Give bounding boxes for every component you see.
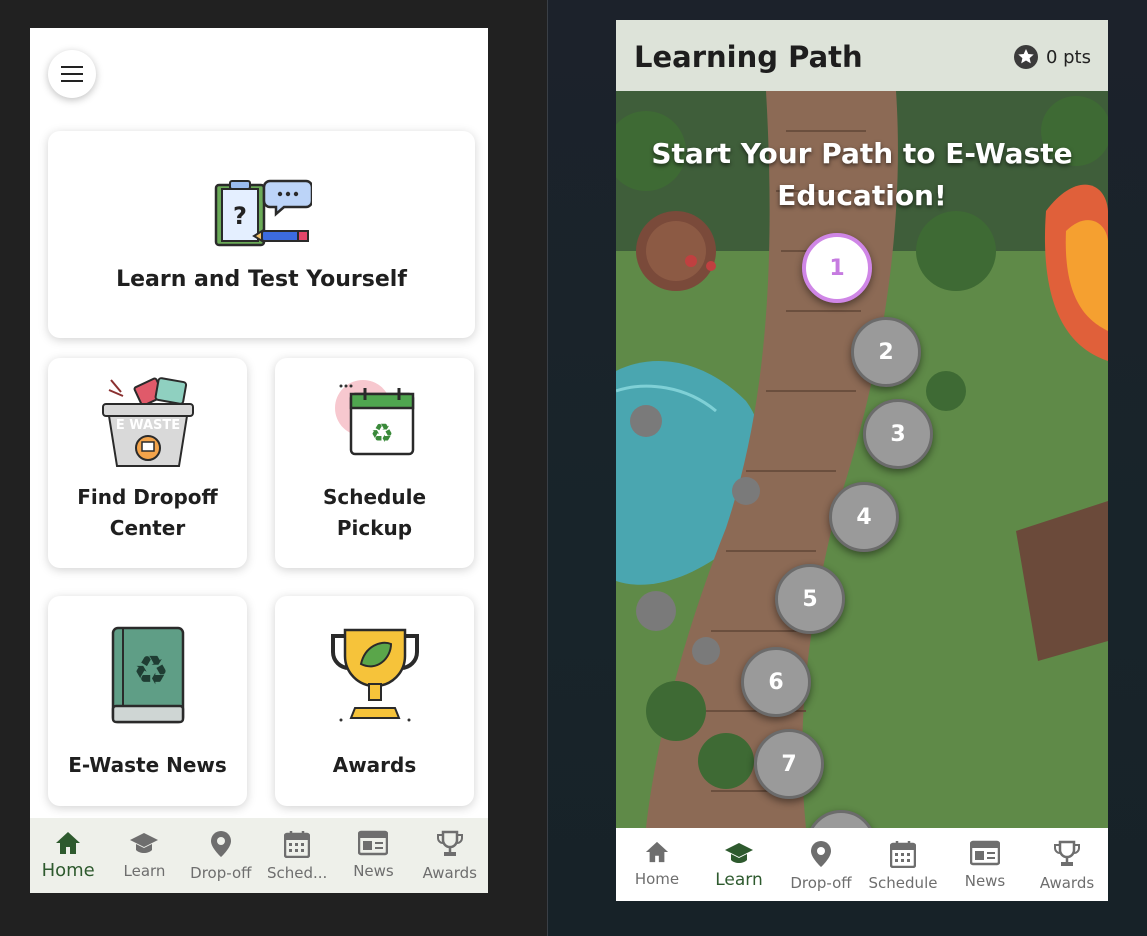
find-dropoff-line2: Center (109, 516, 186, 540)
trophy-leaf-icon (327, 626, 423, 728)
schedule-line1: Schedule (322, 485, 427, 509)
map-pin-icon (210, 831, 231, 857)
nav-awards-label: Awards (1039, 874, 1095, 892)
svg-text:♻: ♻ (133, 648, 169, 694)
home-screen: ? Learn and Test Yourself E WASTE Find D… (30, 28, 488, 893)
trophy-icon (1054, 840, 1080, 866)
nav-dropoff[interactable]: Drop-off (780, 828, 862, 901)
nav-news[interactable]: News (335, 818, 411, 893)
awards-title: Awards (332, 753, 417, 777)
nav-dropoff[interactable]: Drop-off (183, 818, 259, 893)
points-badge: 0 pts (1013, 44, 1091, 70)
home-icon (56, 832, 81, 854)
ewaste-news-card[interactable]: ♻ E-Waste News (48, 596, 247, 806)
page-title: Learning Path (634, 40, 863, 74)
nav-learn-label: Learn (715, 870, 763, 890)
level-node-5[interactable]: 5 (775, 564, 845, 634)
calendar-icon (890, 841, 916, 868)
nav-schedule-label: Sched... (266, 864, 328, 882)
recycle-book-icon: ♻ (111, 626, 185, 728)
points-value: 0 pts (1045, 46, 1091, 68)
nav-home-label: Home (634, 870, 680, 888)
nav-news-label: News (964, 872, 1006, 890)
home-icon (645, 841, 669, 863)
schedule-line2: Pickup (336, 516, 413, 540)
find-dropoff-line1: Find Dropoff (77, 485, 218, 509)
schedule-pickup-title: Schedule Pickup (323, 482, 426, 544)
bin-label: E WASTE (115, 418, 179, 433)
awards-card[interactable]: Awards (275, 596, 474, 806)
calendar-icon (284, 831, 311, 858)
nav-awards[interactable]: Awards (412, 818, 488, 893)
nav-awards-label: Awards (422, 864, 477, 882)
path-map: Start Your Path to E-Waste Education! 1 … (616, 91, 1108, 828)
nav-home[interactable]: Home (30, 818, 106, 893)
level-node-4[interactable]: 4 (829, 482, 899, 552)
nav-dropoff-label: Drop-off (190, 864, 252, 882)
map-pin-icon (811, 841, 831, 867)
svg-text:♻: ♻ (370, 419, 393, 449)
learn-card-title: Learn and Test Yourself (116, 267, 407, 292)
calendar-recycle-icon: ♻ (333, 376, 417, 472)
newspaper-icon (358, 830, 389, 856)
hamburger-icon (61, 66, 83, 82)
ewaste-bin-icon: E WASTE (101, 376, 195, 472)
nav-news[interactable]: News (944, 828, 1026, 901)
star-icon (1013, 45, 1038, 69)
newspaper-icon (970, 840, 1000, 866)
bottom-nav-learn: Home Learn Drop-off Schedule News Awards (616, 828, 1108, 901)
quiz-clipboard-icon: ? (212, 179, 313, 253)
nav-learn[interactable]: Learn (698, 828, 780, 901)
header: Learning Path 0 pts (616, 20, 1108, 91)
schedule-pickup-card[interactable]: ♻ Schedule Pickup (275, 358, 474, 568)
learning-path-screen: Learning Path 0 pts Start Your Path to E… (616, 20, 1108, 901)
level-node-7[interactable]: 7 (754, 729, 824, 799)
find-dropoff-title: Find Dropoff Center (77, 482, 218, 544)
ewaste-news-title: E-Waste News (68, 753, 227, 777)
level-node-2[interactable]: 2 (851, 317, 921, 387)
level-node-3[interactable]: 3 (863, 399, 933, 469)
find-dropoff-card[interactable]: E WASTE Find Dropoff Center (48, 358, 247, 568)
nav-news-label: News (353, 862, 394, 880)
nav-schedule[interactable]: Sched... (259, 818, 335, 893)
trophy-icon (436, 830, 463, 856)
graduation-cap-icon (130, 833, 159, 853)
path-heading: Start Your Path to E-Waste Education! (651, 137, 1073, 212)
nav-home[interactable]: Home (616, 828, 698, 901)
level-node-6[interactable]: 6 (741, 647, 811, 717)
menu-button[interactable] (48, 50, 96, 98)
nav-schedule[interactable]: Schedule (862, 828, 944, 901)
nav-schedule-label: Schedule (868, 874, 938, 892)
graduation-cap-icon (725, 843, 753, 863)
nav-awards[interactable]: Awards (1026, 828, 1108, 901)
nav-dropoff-label: Drop-off (790, 874, 852, 892)
svg-text:?: ? (233, 202, 247, 230)
bottom-nav: Home Learn Drop-off Sched... News Awards (30, 818, 488, 893)
nav-learn-label: Learn (123, 862, 166, 880)
nav-learn[interactable]: Learn (106, 818, 182, 893)
nav-home-label: Home (41, 860, 95, 881)
level-node-1[interactable]: 1 (802, 233, 872, 303)
learn-card[interactable]: ? Learn and Test Yourself (48, 131, 475, 338)
